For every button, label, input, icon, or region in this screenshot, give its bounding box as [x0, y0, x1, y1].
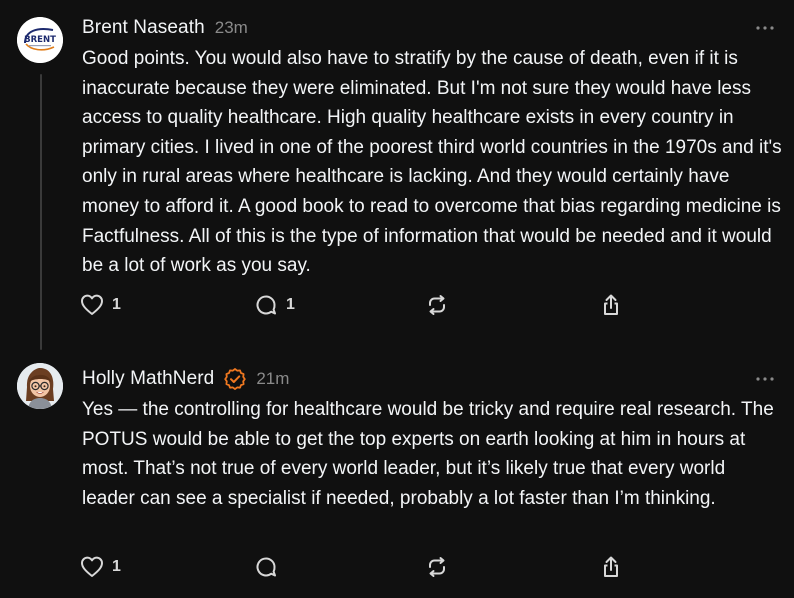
comment-actions: 1 1: [80, 290, 640, 320]
share-icon: [604, 294, 618, 315]
comment-header: Brent Naseath 23m: [82, 14, 776, 42]
timestamp[interactable]: 23m: [215, 18, 248, 38]
brent-logo-avatar: BRENT: [17, 17, 63, 63]
reply-count: 1: [286, 296, 295, 313]
share-icon: [604, 556, 618, 577]
timestamp[interactable]: 21m: [256, 369, 289, 389]
more-options-icon[interactable]: [754, 17, 776, 39]
avatar-logo-text: BRENT: [24, 35, 56, 45]
share-button[interactable]: [600, 552, 622, 582]
reply-button[interactable]: [254, 552, 278, 582]
like-button[interactable]: 1: [80, 552, 121, 582]
memoji-avatar-icon: [17, 363, 63, 409]
repost-icon: [429, 295, 445, 315]
share-button[interactable]: [600, 290, 622, 320]
comment: BRENT Brent Naseath 23m Good points. You…: [0, 0, 794, 340]
avatar[interactable]: BRENT: [17, 17, 63, 63]
comment-actions: 1: [80, 552, 640, 582]
comment-body: Good points. You would also have to stra…: [82, 48, 782, 277]
comment-header: Holly MathNerd 21m: [82, 365, 776, 393]
heart-icon: [81, 556, 103, 577]
verified-badge-icon: [224, 368, 247, 390]
author-name[interactable]: Holly MathNerd: [82, 368, 214, 390]
author-name[interactable]: Brent Naseath: [82, 17, 205, 39]
repost-button[interactable]: [426, 290, 448, 320]
reply-button[interactable]: 1: [254, 290, 295, 320]
more-options-icon[interactable]: [754, 368, 776, 390]
heart-icon: [81, 294, 103, 315]
comment: Holly MathNerd 21m Yes — the controlling…: [0, 340, 794, 598]
repost-icon: [429, 557, 445, 577]
comment-bubble-icon: [256, 557, 276, 577]
like-count: 1: [112, 296, 121, 313]
comment-bubble-icon: [256, 295, 276, 315]
like-count: 1: [112, 558, 121, 575]
repost-button[interactable]: [426, 552, 448, 582]
comment-body: Yes — the controlling for healthcare wou…: [82, 399, 774, 509]
avatar[interactable]: [17, 363, 63, 409]
like-button[interactable]: 1: [80, 290, 121, 320]
